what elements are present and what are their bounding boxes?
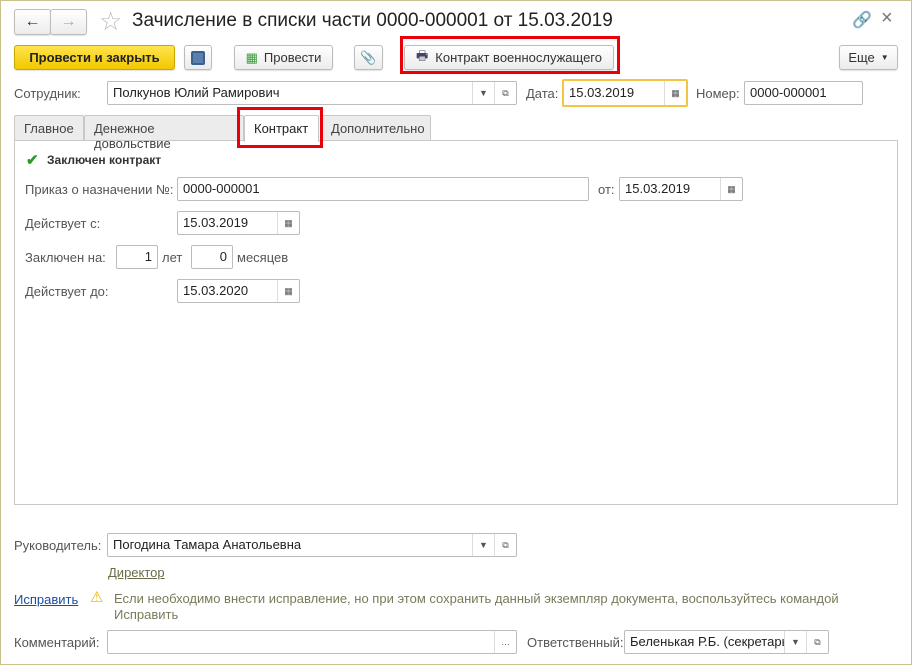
responsible-value: Беленькая Р.Б. (секретарь)	[630, 634, 793, 649]
page-title: Зачисление в списки части 0000-000001 от…	[132, 10, 613, 31]
valid-from-field[interactable]: 15.03.2019 ▦	[177, 211, 300, 235]
date-value: 15.03.2019	[569, 85, 635, 100]
print-contract-button[interactable]: 🖶 Контракт военнослужащего	[404, 45, 614, 70]
warning-icon: ⚠	[90, 589, 104, 606]
contract-panel: ✔ Заключен контракт Приказ о назначении …	[14, 140, 898, 505]
ellipsis-icon[interactable]: …	[494, 631, 516, 653]
arrow-right-icon: →	[60, 13, 77, 30]
valid-from-value: 15.03.2019	[183, 215, 249, 230]
responsible-label: Ответственный:	[527, 635, 624, 650]
arrow-left-icon: ←	[24, 13, 41, 30]
calendar-icon[interactable]: ▦	[664, 81, 686, 105]
valid-from-label: Действует с:	[25, 216, 101, 231]
number-field[interactable]: 0000-000001	[744, 81, 863, 105]
chevron-down-icon[interactable]: ▼	[784, 631, 806, 653]
chevron-down-icon[interactable]: ▼	[472, 82, 494, 104]
months-label: месяцев	[237, 250, 289, 265]
head-label: Руководитель:	[14, 538, 102, 553]
forward-button[interactable]: →	[50, 9, 87, 35]
months-field[interactable]: 0	[191, 245, 233, 269]
open-icon[interactable]: ⧉	[494, 534, 516, 556]
printer-icon: 🖶	[415, 47, 429, 63]
term-label: Заключен на:	[25, 250, 106, 265]
calendar-icon[interactable]: ▦	[277, 212, 299, 234]
valid-to-field[interactable]: 15.03.2020 ▦	[177, 279, 300, 303]
contract-concluded-label: Заключен контракт	[47, 153, 162, 167]
more-button[interactable]: Еще ▼	[839, 45, 898, 70]
checkbox-checked-icon[interactable]: ✔	[26, 151, 39, 169]
back-button[interactable]: ←	[14, 9, 51, 35]
paperclip-icon: 📎	[360, 49, 377, 65]
chevron-down-icon: ▼	[880, 53, 889, 62]
open-icon[interactable]: ⧉	[494, 82, 516, 104]
calendar-icon[interactable]: ▦	[277, 280, 299, 302]
years-label: лет	[162, 250, 183, 265]
post-document-icon: ▦	[245, 49, 258, 65]
number-label: Номер:	[696, 86, 740, 101]
comment-label: Комментарий:	[14, 635, 100, 650]
employee-field[interactable]: Полкунов Юлий Рамирович ▼ ⧉	[107, 81, 517, 105]
chevron-down-icon[interactable]: ▼	[472, 534, 494, 556]
comment-field[interactable]: …	[107, 630, 517, 654]
attach-button[interactable]: 📎	[354, 45, 383, 70]
floppy-disk-icon	[191, 50, 205, 65]
fix-link[interactable]: Исправить	[14, 592, 78, 607]
calendar-icon[interactable]: ▦	[720, 178, 742, 200]
order-number-field[interactable]: 0000-000001	[177, 177, 589, 201]
save-button[interactable]	[184, 45, 212, 70]
date-field[interactable]: 15.03.2019 ▦	[562, 79, 688, 107]
post-label: Провести	[263, 50, 322, 65]
order-date-field[interactable]: 15.03.2019 ▦	[619, 177, 743, 201]
tab-additional[interactable]: Дополнительно	[321, 115, 431, 141]
tab-contract[interactable]: Контракт	[244, 115, 319, 142]
order-date-label: от:	[598, 182, 615, 197]
favorite-star-icon[interactable]: ☆	[99, 6, 122, 37]
employee-value: Полкунов Юлий Рамирович	[113, 85, 280, 100]
tab-main[interactable]: Главное	[14, 115, 84, 141]
post-button[interactable]: ▦ Провести	[234, 45, 333, 70]
print-contract-label: Контракт военнослужащего	[435, 50, 602, 65]
more-label: Еще	[848, 50, 875, 65]
order-label: Приказ о назначении №:	[25, 182, 174, 197]
head-value: Погодина Тамара Анатольевна	[113, 537, 302, 552]
document-window: ← → ☆ Зачисление в списки части 0000-000…	[0, 0, 912, 665]
post-and-close-button[interactable]: Провести и закрыть	[14, 45, 175, 70]
warning-text: Если необходимо внести исправление, но п…	[114, 591, 839, 622]
employee-label: Сотрудник:	[14, 86, 81, 101]
years-field[interactable]: 1	[116, 245, 158, 269]
head-field[interactable]: Погодина Тамара Анатольевна ▼ ⧉	[107, 533, 517, 557]
valid-to-value: 15.03.2020	[183, 283, 249, 298]
valid-to-label: Действует до:	[25, 284, 109, 299]
open-icon[interactable]: ⧉	[806, 631, 828, 653]
close-icon[interactable]: ×	[881, 7, 893, 30]
responsible-field[interactable]: Беленькая Р.Б. (секретарь) ▼ ⧉	[624, 630, 829, 654]
head-position-link[interactable]: Директор	[108, 565, 165, 580]
date-label: Дата:	[526, 86, 559, 101]
link-icon[interactable]: 🔗	[852, 10, 872, 30]
order-date-value: 15.03.2019	[625, 181, 691, 196]
tab-allowance[interactable]: Денежное довольствие	[84, 115, 244, 151]
